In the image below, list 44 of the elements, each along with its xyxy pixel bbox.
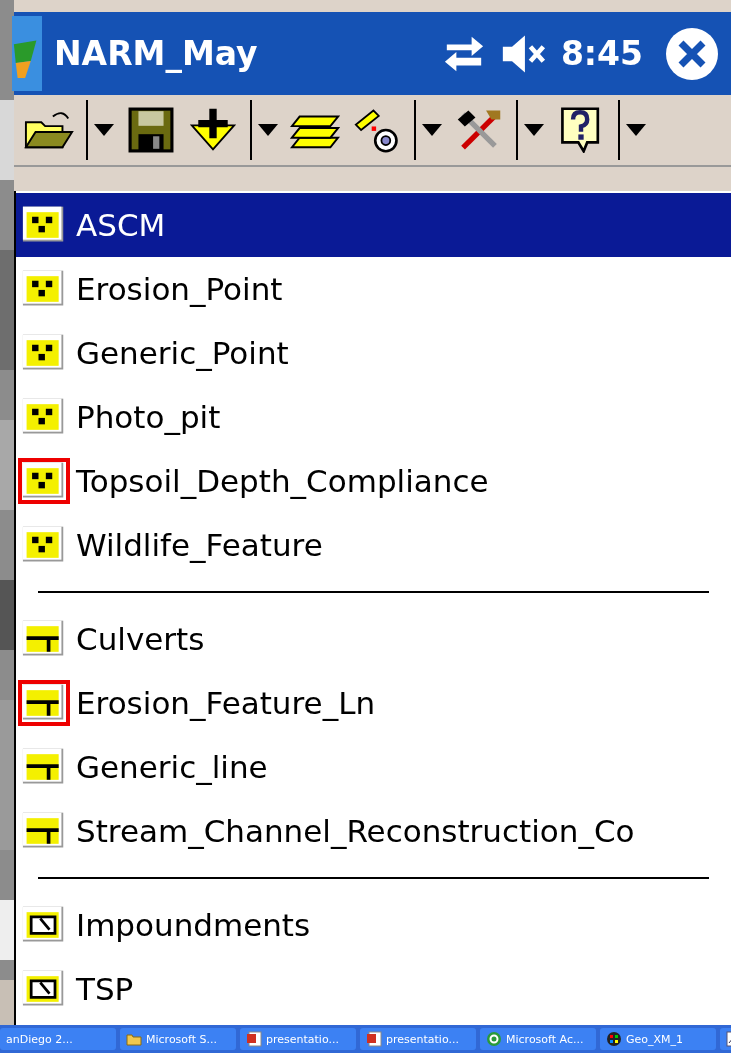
menu-item[interactable]: ASCM <box>16 193 731 257</box>
presentation-icon <box>246 1031 262 1047</box>
folder-icon <box>126 1031 142 1047</box>
menu-item[interactable]: Wildlife_Feature <box>16 513 731 577</box>
menu-item[interactable]: Photo_pit <box>16 385 731 449</box>
point-layer-icon <box>22 397 66 437</box>
sync-icon <box>486 1031 502 1047</box>
point-layer-icon <box>22 461 66 501</box>
menu-item[interactable]: Topsoil_Depth_Compliance <box>16 449 731 513</box>
menu-item[interactable]: Generic_Point <box>16 321 731 385</box>
point-layer-icon <box>22 269 66 309</box>
point-layer-icon <box>22 205 66 245</box>
clock-time: 8:45 <box>560 34 643 73</box>
dropdown-caret-icon[interactable] <box>414 100 442 160</box>
dropdown-caret-icon[interactable] <box>516 100 544 160</box>
add-plus-icon[interactable] <box>188 107 238 153</box>
presentation-icon <box>366 1031 382 1047</box>
menu-item[interactable]: TSP <box>16 957 731 1021</box>
line-layer-icon <box>22 811 66 851</box>
menu-item[interactable]: Impoundments <box>16 893 731 957</box>
line-layer-icon <box>22 619 66 659</box>
taskbar-button[interactable]: Microsoft Ac... <box>480 1028 596 1050</box>
device-icon <box>606 1031 622 1047</box>
polygon-layer-icon <box>22 905 66 945</box>
dropdown-caret-icon[interactable] <box>618 100 646 160</box>
close-icon[interactable] <box>665 26 719 81</box>
window-title: NARM_May <box>54 34 259 73</box>
line-layer-icon <box>22 747 66 787</box>
taskbar-button[interactable]: presentatio... <box>360 1028 476 1050</box>
dropdown-caret-icon[interactable] <box>250 100 278 160</box>
menu-item[interactable]: Generic_line <box>16 735 731 799</box>
taskbar-button[interactable]: anDiego 2... <box>0 1028 116 1050</box>
menu-item[interactable]: Culverts <box>16 607 731 671</box>
point-layer-icon <box>22 333 66 373</box>
menu-item[interactable]: Stream_Channel_Reconstruction_Co <box>16 799 731 863</box>
dropdown-caret-icon[interactable] <box>86 100 114 160</box>
point-layer-icon <box>22 525 66 565</box>
menu-item[interactable]: Erosion_Point <box>16 257 731 321</box>
menu-item[interactable]: Erosion_Feature_Ln <box>16 671 731 735</box>
polygon-layer-icon <box>22 969 66 1009</box>
taskbar-button[interactable]: Microsoft S... <box>120 1028 236 1050</box>
taskbar-button[interactable]: presentatio... <box>240 1028 356 1050</box>
taskbar-button[interactable]: Geo_XM_1 <box>600 1028 716 1050</box>
line-layer-icon <box>22 683 66 723</box>
